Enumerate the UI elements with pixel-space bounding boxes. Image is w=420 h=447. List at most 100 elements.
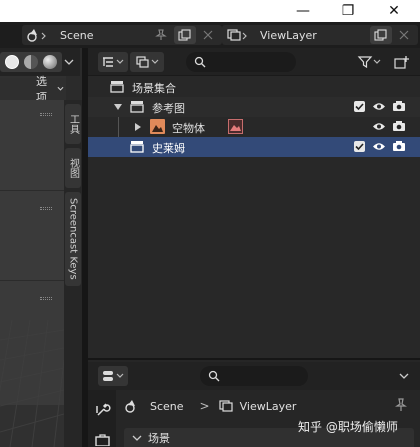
collection-icon [130, 141, 144, 153]
breadcrumb-scene: Scene [150, 399, 184, 413]
collection-icon [130, 101, 144, 113]
eye-icon[interactable] [372, 121, 386, 132]
viewport-grid [0, 319, 64, 447]
rendered-shading-icon[interactable] [42, 55, 57, 69]
close-icon: ✕ [388, 3, 400, 19]
row-label: 空物体 [172, 122, 205, 135]
properties-search-input[interactable] [200, 366, 308, 386]
new-scene-button[interactable] [174, 26, 196, 44]
exclude-checkbox[interactable] [354, 101, 365, 112]
minimize-button[interactable]: — [283, 0, 323, 22]
panel-divider [0, 190, 64, 191]
pin-icon[interactable] [152, 27, 170, 43]
tab-screencast-keys[interactable]: Screencast Keys [65, 192, 81, 286]
camera-render-icon[interactable] [392, 120, 406, 132]
checkmark-icon [355, 143, 364, 151]
view-layer-filter-dropdown[interactable] [130, 52, 164, 72]
properties-tabs-sidebar [88, 390, 116, 447]
row-label: 史莱姆 [152, 142, 185, 155]
scene-name: Scene [60, 28, 94, 42]
shading-options-dropdown[interactable] [62, 56, 76, 68]
display-mode-dropdown[interactable] [98, 52, 128, 72]
close-window-button[interactable]: ✕ [374, 0, 414, 22]
new-collection-button[interactable] [390, 52, 414, 72]
breadcrumb-view-layer: ViewLayer [239, 399, 297, 413]
viewport-options-bar: 选项 [0, 75, 66, 104]
filter-dropdown[interactable] [354, 52, 384, 72]
eye-icon[interactable] [372, 101, 386, 112]
view-layer-selector[interactable]: ViewLayer [222, 25, 418, 45]
tab-screencast-keys-label: Screencast Keys [67, 198, 79, 280]
tab-view-label: 视图 [67, 158, 79, 178]
chevron-down-icon [399, 373, 409, 379]
view-layer-name: ViewLayer [260, 28, 317, 42]
exclude-checkbox[interactable] [354, 141, 365, 152]
scene-icon [22, 28, 52, 42]
tab-tool-label: 工具 [67, 114, 79, 134]
breadcrumb: Scene > ViewLayer [124, 396, 404, 416]
x-icon [399, 30, 409, 40]
chevron-down-icon [57, 86, 64, 91]
row-label: 场景集合 [132, 82, 176, 95]
search-icon [208, 370, 220, 382]
scene-collection-icon [110, 81, 124, 93]
properties-header [88, 362, 420, 390]
panel-drag-handle[interactable] [40, 113, 52, 116]
shading-mode-group [0, 52, 62, 72]
scene-selector[interactable]: Scene [22, 25, 222, 45]
render-properties-icon[interactable] [95, 434, 111, 446]
row-label: 参考图 [152, 102, 185, 115]
chevron-down-icon [132, 435, 142, 441]
minimize-icon: — [296, 3, 310, 19]
panel-drag-handle[interactable] [40, 207, 52, 210]
checkmark-icon [355, 103, 364, 111]
breadcrumb-separator: > [199, 399, 210, 413]
camera-render-icon[interactable] [392, 100, 406, 112]
outliner-search-input[interactable] [186, 52, 296, 72]
outliner-header [88, 48, 420, 76]
x-icon [203, 30, 213, 40]
outliner-row-collection[interactable]: 参考图 [88, 97, 420, 117]
image-empty-icon [150, 119, 165, 134]
chevron-down-icon [64, 59, 74, 65]
duplicate-icon [374, 29, 387, 41]
restore-button[interactable]: ❐ [328, 0, 368, 22]
pin-icon[interactable] [394, 398, 408, 412]
outliner-row-scene-collection[interactable]: 场景集合 [88, 77, 420, 97]
view-layer-icon [222, 28, 252, 42]
expand-arrow-right-icon[interactable] [134, 123, 142, 131]
tab-view[interactable]: 视图 [65, 148, 81, 188]
window-title-bar: — ❐ ✕ [0, 0, 420, 22]
new-view-layer-button[interactable] [370, 26, 392, 44]
tab-tool[interactable]: 工具 [65, 104, 81, 144]
scene-icon [125, 400, 135, 413]
solid-shading-icon[interactable] [5, 55, 20, 69]
new-collection-icon [394, 56, 409, 69]
restore-icon: ❐ [341, 3, 355, 19]
panel-title: 场景 [148, 431, 170, 445]
view-layer-icon [219, 400, 233, 412]
properties-options-dropdown[interactable] [394, 366, 414, 386]
view-layer-icon [136, 56, 159, 68]
outliner-row-object[interactable]: 空物体 [88, 117, 420, 137]
filter-icon [357, 56, 381, 69]
eye-icon[interactable] [372, 141, 386, 152]
viewport-header [0, 48, 80, 76]
image-data-icon[interactable] [228, 119, 243, 134]
outliner-row-collection-selected[interactable]: 史莱姆 [88, 137, 420, 157]
camera-render-icon[interactable] [392, 140, 406, 152]
search-icon [194, 56, 206, 68]
options-dropdown[interactable]: 选项 [36, 75, 64, 104]
panel-divider [0, 280, 64, 281]
editor-type-dropdown[interactable] [98, 366, 128, 386]
duplicate-icon [178, 29, 191, 41]
unlink-scene-button[interactable] [200, 27, 216, 43]
expand-arrow-down-icon[interactable] [114, 103, 122, 111]
material-shading-icon[interactable] [23, 55, 38, 69]
remove-view-layer-button[interactable] [396, 27, 412, 43]
watermark-text: 知乎 @职场偷懒师 [298, 420, 398, 434]
outliner-icon [103, 57, 124, 67]
tool-wrench-icon[interactable] [95, 402, 111, 418]
properties-icon [103, 371, 124, 381]
hierarchy-line [118, 117, 119, 137]
